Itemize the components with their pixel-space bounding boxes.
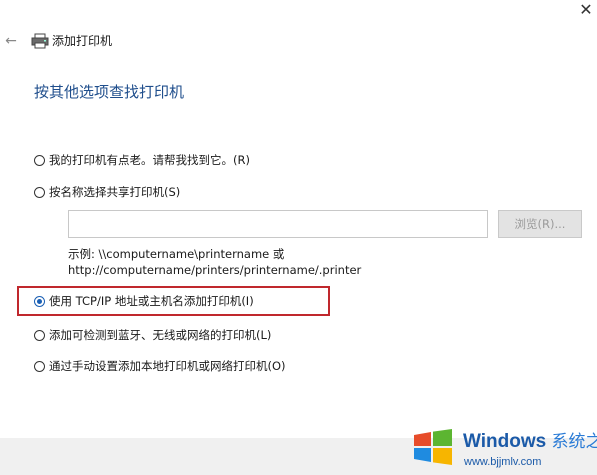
browse-button[interactable]: 浏览(R)... <box>498 210 582 238</box>
example-text: 示例: \\computername\printername 或 http://… <box>68 246 361 278</box>
option-bluetooth-wireless[interactable]: 添加可检测到蓝牙、无线或网络的打印机(L) <box>34 326 271 344</box>
back-button[interactable]: ← <box>2 32 20 50</box>
radio-bluetooth-wireless[interactable] <box>34 329 45 341</box>
watermark-brand-cn: 系统之家 <box>551 432 597 451</box>
printer-icon <box>31 33 49 49</box>
option-manual-local[interactable]: 通过手动设置添加本地打印机或网络打印机(O) <box>34 357 286 375</box>
option-label: 添加可检测到蓝牙、无线或网络的打印机(L) <box>49 328 272 342</box>
close-button[interactable]: ✕ <box>575 0 597 22</box>
option-label: 我的打印机有点老。请帮我找到它。(R) <box>49 153 250 167</box>
radio-tcpip[interactable] <box>34 295 45 307</box>
option-label: 使用 TCP/IP 地址或主机名添加打印机(I) <box>49 294 254 308</box>
option-tcpip[interactable]: 使用 TCP/IP 地址或主机名添加打印机(I) <box>34 292 254 310</box>
watermark: Windows 系统之家 www.bjjmlv.com <box>408 423 597 473</box>
radio-shared-by-name[interactable] <box>34 186 45 198</box>
watermark-brand-en: Windows <box>463 431 547 452</box>
page-heading: 按其他选项查找打印机 <box>34 83 185 101</box>
watermark-brand: Windows 系统之家 <box>463 431 597 453</box>
option-label: 按名称选择共享打印机(S) <box>49 185 181 199</box>
option-printer-old[interactable]: 我的打印机有点老。请帮我找到它。(R) <box>34 151 250 169</box>
back-arrow-icon: ← <box>5 33 17 49</box>
example-line-2: http://computername/printers/printername… <box>68 263 362 277</box>
option-label: 通过手动设置添加本地打印机或网络打印机(O) <box>49 359 286 373</box>
watermark-url: www.bjjmlv.com <box>464 456 542 468</box>
window-title: 添加打印机 <box>52 34 113 48</box>
radio-manual-local[interactable] <box>34 360 45 372</box>
example-line-1: 示例: \\computername\printername 或 <box>68 247 285 261</box>
shared-printer-name-input[interactable] <box>68 210 488 238</box>
close-icon: ✕ <box>579 0 593 19</box>
radio-printer-old[interactable] <box>34 154 45 166</box>
windows-logo-icon <box>414 429 452 465</box>
option-shared-by-name[interactable]: 按名称选择共享打印机(S) <box>34 183 180 201</box>
